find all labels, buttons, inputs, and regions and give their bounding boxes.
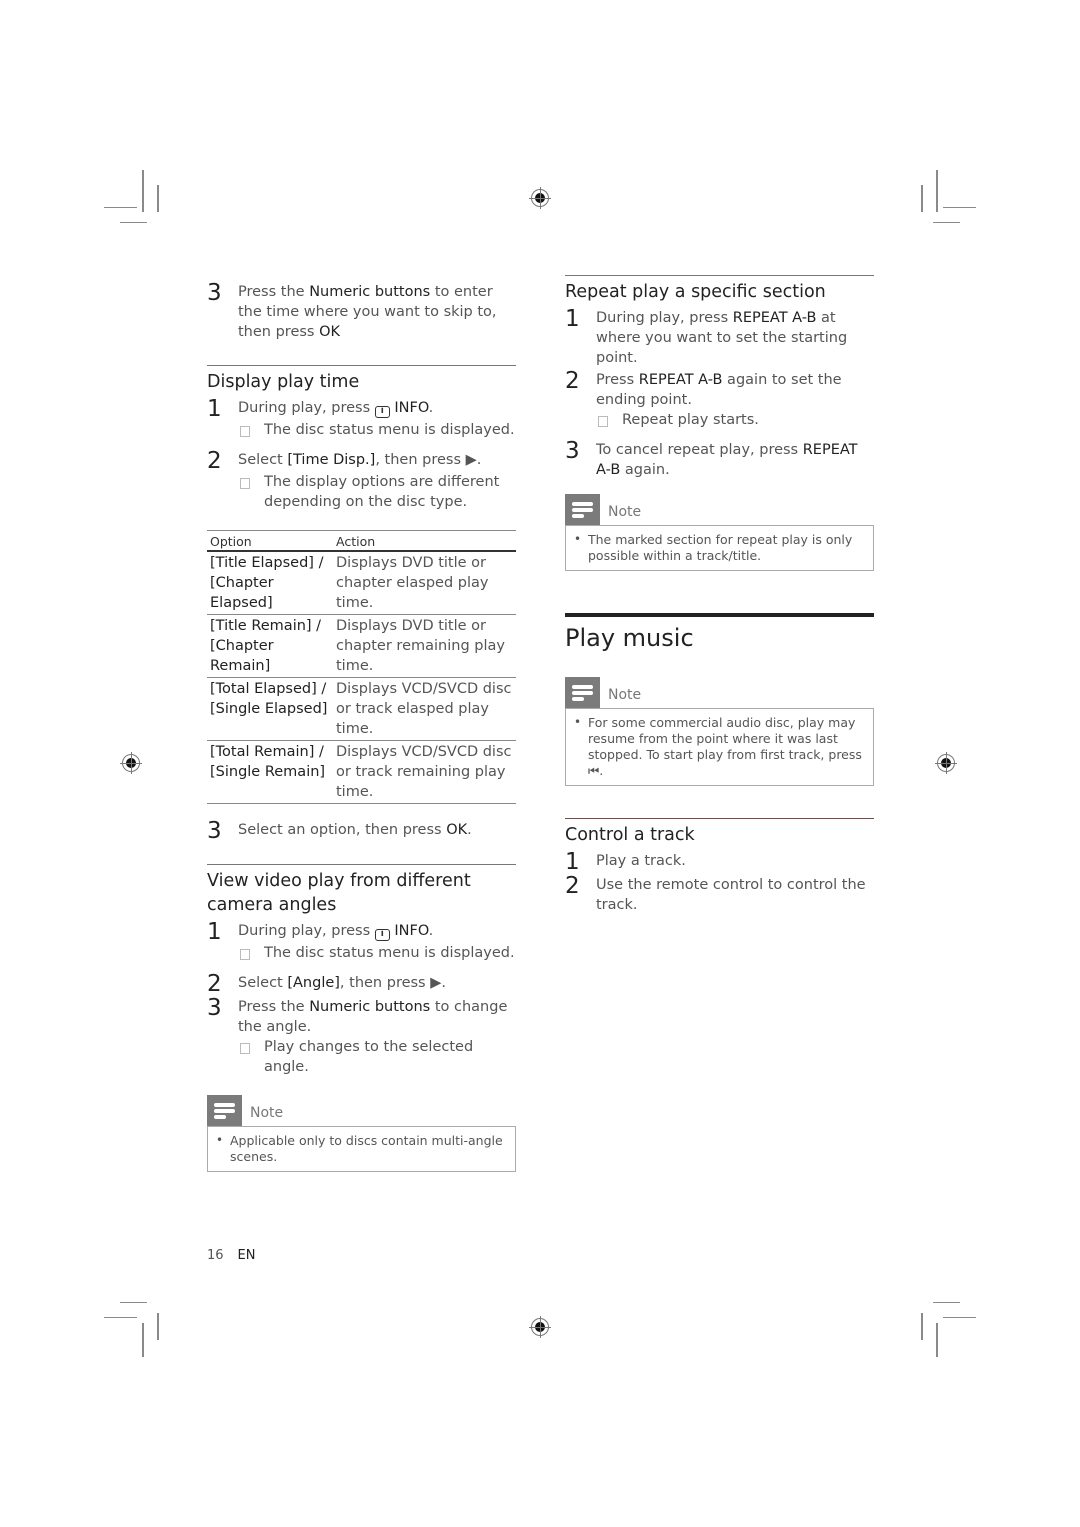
intro-step: 3 Press the Numeric buttons to enter the… <box>207 282 516 342</box>
bullet: • <box>216 1133 224 1147</box>
track-step-2: 2 Use the remote control to control the … <box>565 875 874 915</box>
repeat-step-3: 3 To cancel repeat play, press REPEAT A-… <box>565 440 874 480</box>
section-heading-repeat-section: Repeat play a specific section <box>565 282 826 302</box>
options-table: Option Action [Title Elapsed] / [Chapter… <box>207 530 516 804</box>
column-header-option: Option <box>207 530 333 552</box>
step-number: 3 <box>207 818 222 844</box>
step-text: Press the Numeric buttons to enter the t… <box>238 284 497 340</box>
step-text: Use the remote control to control the tr… <box>596 877 866 913</box>
display-step-1: 1 During play, press i INFO. <box>207 396 516 422</box>
left-column: 3 Press the Numeric buttons to enter the… <box>207 280 516 1172</box>
note-icon <box>565 494 600 525</box>
note-icon <box>207 1095 242 1126</box>
action-cell: Displays VCD/SVCD disc or track remainin… <box>333 740 516 804</box>
angle-step-1: 1 During play, press i INFO. <box>207 919 516 945</box>
step-text: During play, press i INFO. <box>238 400 434 418</box>
option-cell: [Title Remain] / [Chapter Remain] <box>207 614 333 678</box>
note-text: For some commercial audio disc, play may… <box>588 715 862 778</box>
column-header-action: Action <box>333 530 516 552</box>
step-number: 1 <box>565 849 580 875</box>
info-icon: i <box>374 929 390 941</box>
language-code: EN <box>237 1248 256 1263</box>
track-step-1: 1 Play a track. <box>565 849 874 875</box>
result-checkbox-icon <box>238 1037 264 1077</box>
step-number: 2 <box>565 873 580 899</box>
repeat-step-1: 1 During play, press REPEAT A-B at where… <box>565 308 874 368</box>
step-result: The disc status menu is displayed. <box>238 420 516 440</box>
angle-step-2: 2 Select [Angle], then press ▶. <box>207 971 516 997</box>
step-number: 1 <box>207 396 222 422</box>
page-number: 16 <box>207 1248 224 1263</box>
registration-mark-bottom <box>529 1316 551 1338</box>
registration-mark-left <box>120 752 142 774</box>
option-cell: [Total Remain] / [Single Remain] <box>207 740 333 804</box>
step-text: Press REPEAT A-B again to set the ending… <box>596 372 842 408</box>
section-heading-display-play-time: Display play time <box>207 372 360 392</box>
step-result: Repeat play starts. <box>596 410 874 430</box>
angle-step-3: 3 Press the Numeric buttons to change th… <box>207 997 516 1037</box>
step-text: To cancel repeat play, press REPEAT A-B … <box>596 442 858 478</box>
display-step-3: 3 Select an option, then press OK. <box>207 818 516 844</box>
registration-mark-right <box>935 752 957 774</box>
note-label: Note <box>608 687 642 703</box>
step-number: 3 <box>565 438 580 464</box>
note-text: Applicable only to discs contain multi-a… <box>230 1133 503 1164</box>
table-row: [Title Elapsed] / [Chapter Elapsed] Disp… <box>207 551 516 615</box>
step-text: During play, press i INFO. <box>238 923 434 941</box>
step-text: Select an option, then press OK. <box>238 822 472 838</box>
section-heading-camera-angles: View video play from different camera an… <box>207 871 471 915</box>
table-row: [Total Remain] / [Single Remain] Display… <box>207 740 516 804</box>
repeat-step-2: 2 Press REPEAT A-B again to set the endi… <box>565 370 874 410</box>
step-result: The disc status menu is displayed. <box>238 943 516 963</box>
note-icon <box>565 677 600 708</box>
step-result: Play changes to the selected angle. <box>238 1037 516 1077</box>
step-number: 1 <box>207 919 222 945</box>
note-label: Note <box>250 1105 284 1121</box>
info-icon: i <box>374 406 390 418</box>
step-text: During play, press REPEAT A-B at where y… <box>596 310 848 366</box>
step-number: 3 <box>207 995 222 1021</box>
step-result: The display options are different depend… <box>238 472 516 512</box>
note-box: Note • For some commercial audio disc, p… <box>565 677 874 786</box>
bullet: • <box>574 715 582 729</box>
step-text: Press the Numeric buttons to change the … <box>238 999 508 1035</box>
note-text: The marked section for repeat play is on… <box>588 532 853 563</box>
display-step-2: 2 Select [Time Disp.], then press ▶. <box>207 448 516 474</box>
step-text: Select [Angle], then press ▶. <box>238 975 446 991</box>
bullet: • <box>574 532 582 546</box>
note-box: Note • The marked section for repeat pla… <box>565 494 874 571</box>
step-number: 2 <box>565 368 580 394</box>
step-number: 1 <box>565 306 580 332</box>
step-number: 2 <box>207 448 222 474</box>
table-row: [Title Remain] / [Chapter Remain] Displa… <box>207 614 516 678</box>
step-number: 2 <box>207 971 222 997</box>
chapter-heading-play-music: Play music <box>565 624 694 652</box>
note-box: Note • Applicable only to discs contain … <box>207 1095 516 1172</box>
table-row: [Total Elapsed] / [Single Elapsed] Displ… <box>207 677 516 741</box>
result-checkbox-icon <box>596 410 622 430</box>
page-footer: 16 EN <box>207 1248 256 1263</box>
step-number: 3 <box>207 280 222 306</box>
right-column: Repeat play a specific section 1 During … <box>565 275 874 915</box>
result-checkbox-icon <box>238 943 264 963</box>
action-cell: Displays VCD/SVCD disc or track elasped … <box>333 677 516 741</box>
action-cell: Displays DVD title or chapter elasped pl… <box>333 551 516 615</box>
result-checkbox-icon <box>238 472 264 512</box>
action-cell: Displays DVD title or chapter remaining … <box>333 614 516 678</box>
registration-mark-top <box>529 187 551 209</box>
step-text: Select [Time Disp.], then press ▶. <box>238 452 482 468</box>
result-checkbox-icon <box>238 420 264 440</box>
section-heading-control-track: Control a track <box>565 825 695 845</box>
note-label: Note <box>608 504 642 520</box>
option-cell: [Title Elapsed] / [Chapter Elapsed] <box>207 551 333 615</box>
step-text: Play a track. <box>596 853 686 869</box>
option-cell: [Total Elapsed] / [Single Elapsed] <box>207 677 333 741</box>
